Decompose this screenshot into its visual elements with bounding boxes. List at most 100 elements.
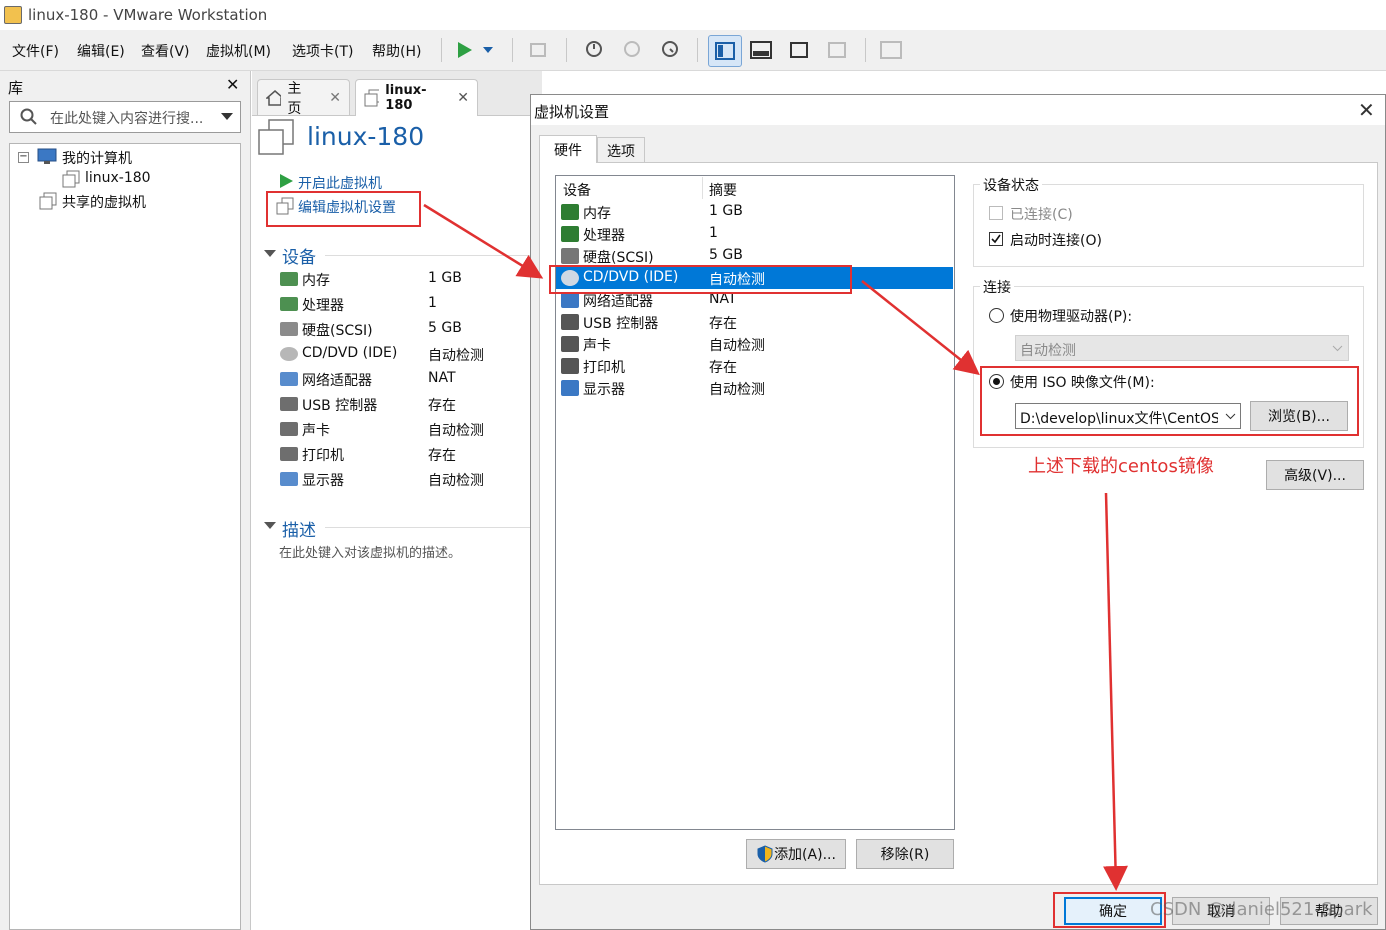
power-on-icon[interactable] (451, 38, 477, 62)
tab-options[interactable]: 选项 (597, 137, 645, 163)
annotation-text: 上述下载的centos镜像 (1028, 456, 1214, 477)
device-name[interactable]: 打印机 (302, 445, 344, 465)
snapshot-manager-icon[interactable] (656, 38, 682, 62)
thumbnail-bar-icon[interactable] (748, 38, 774, 62)
tree-shared-vms[interactable]: 共享的虚拟机 (62, 192, 146, 212)
hardware-row[interactable]: 显示器 自动检测 (556, 377, 953, 399)
menu-tabs[interactable]: 选项卡(T) (292, 41, 353, 61)
sound-card-icon (280, 422, 298, 436)
usb-icon (561, 314, 579, 330)
library-panel: 库 ✕ 在此处键入内容进行搜... − 我的计算机 linux-180 共享的虚… (0, 71, 251, 930)
hardware-row[interactable]: 硬盘(SCSI) 5 GB (556, 245, 953, 267)
hardware-row[interactable]: 打印机 存在 (556, 355, 953, 377)
hardware-row[interactable]: 内存 1 GB (556, 201, 953, 223)
device-name[interactable]: 硬盘(SCSI) (302, 320, 373, 340)
hardware-summary: 5 GB (709, 247, 743, 263)
device-name[interactable]: 内存 (302, 270, 330, 290)
console-view-icon[interactable] (878, 38, 904, 62)
connected-label: 已连接(C) (1010, 207, 1073, 223)
cd-dvd-icon (280, 347, 298, 361)
tab-linux-180[interactable]: linux-180 ✕ (355, 79, 478, 116)
tab-vm-label: linux-180 (385, 83, 427, 113)
physical-drive-value: 自动检测 (1020, 343, 1076, 359)
menu-vm[interactable]: 虚拟机(M) (206, 41, 271, 61)
show-library-icon[interactable] (708, 35, 742, 67)
column-summary[interactable]: 摘要 (709, 180, 737, 200)
device-name[interactable]: 网络适配器 (302, 370, 372, 390)
device-value: 自动检测 (428, 473, 484, 489)
advanced-button[interactable]: 高级(V)... (1266, 460, 1364, 490)
tree-my-computer[interactable]: 我的计算机 (62, 148, 132, 168)
devices-section-title: 设备 (282, 248, 316, 268)
hardware-row[interactable]: 声卡 自动检测 (556, 333, 953, 355)
connection-label: 连接 (980, 277, 1014, 297)
hardware-row[interactable]: USB 控制器 存在 (556, 311, 953, 333)
close-icon[interactable]: ✕ (329, 90, 341, 106)
chevron-down-icon[interactable] (221, 113, 233, 121)
menu-help[interactable]: 帮助(H) (372, 41, 421, 61)
network-adapter-icon (280, 372, 298, 386)
library-tree: − 我的计算机 linux-180 共享的虚拟机 (9, 143, 241, 930)
tree-collapse-icon[interactable]: − (18, 152, 29, 163)
library-search-input[interactable]: 在此处键入内容进行搜... (9, 101, 241, 133)
home-icon (266, 89, 282, 106)
menu-edit[interactable]: 编辑(E) (77, 41, 125, 61)
cpu-icon (561, 226, 579, 242)
hardware-summary: 1 GB (709, 203, 743, 219)
device-value: 1 (428, 295, 437, 311)
display-icon (561, 380, 579, 396)
send-ctrl-alt-del-icon[interactable] (525, 38, 551, 62)
power-on-link[interactable]: 开启此虚拟机 (298, 173, 382, 193)
full-screen-icon[interactable] (786, 38, 812, 62)
hardware-name: 处理器 (583, 228, 625, 244)
chevron-down-icon (1332, 345, 1343, 352)
cpu-icon (280, 297, 298, 311)
hardware-name: 内存 (583, 206, 611, 222)
column-device[interactable]: 设备 (563, 180, 591, 200)
tab-home[interactable]: 主页 ✕ (257, 79, 350, 117)
close-icon[interactable]: ✕ (1358, 98, 1375, 122)
physical-drive-radio[interactable] (989, 308, 1004, 323)
snapshot-icon[interactable] (580, 38, 606, 62)
hardware-name: 打印机 (583, 360, 625, 376)
physical-drive-select[interactable]: 自动检测 (1015, 335, 1349, 361)
menu-file[interactable]: 文件(F) (12, 41, 59, 61)
device-name[interactable]: 显示器 (302, 470, 344, 490)
device-name[interactable]: 处理器 (302, 295, 344, 315)
search-icon (20, 108, 37, 125)
library-title: 库 (8, 79, 24, 97)
physical-drive-label: 使用物理驱动器(P): (1010, 309, 1133, 325)
add-button[interactable]: 添加(A)... (746, 839, 846, 869)
menu-view[interactable]: 查看(V) (141, 41, 190, 61)
hardware-row[interactable]: 处理器 1 (556, 223, 953, 245)
connect-at-power-on-checkbox[interactable] (989, 232, 1003, 246)
power-dropdown-icon[interactable] (479, 38, 497, 62)
vm-icon (364, 89, 380, 107)
tab-strip: 主页 ✕ linux-180 ✕ (252, 71, 542, 117)
revert-snapshot-icon[interactable] (618, 38, 644, 62)
tab-hardware[interactable]: 硬件 (539, 135, 597, 164)
window-title: linux-180 - VMware Workstation (28, 6, 268, 24)
hardware-name: 网络适配器 (583, 294, 653, 310)
tree-vm-linux-180[interactable]: linux-180 (85, 170, 151, 186)
connected-checkbox[interactable] (989, 206, 1003, 220)
hardware-name: 硬盘(SCSI) (583, 250, 654, 266)
device-name[interactable]: USB 控制器 (302, 395, 377, 415)
collapse-arrow-icon[interactable] (264, 250, 276, 258)
collapse-arrow-icon[interactable] (264, 522, 276, 530)
display-icon (280, 472, 298, 486)
computer-icon (37, 148, 57, 164)
remove-button[interactable]: 移除(R) (856, 839, 954, 869)
close-icon[interactable]: ✕ (457, 90, 469, 106)
description-text[interactable]: 在此处键入对该虚拟机的描述。 (279, 542, 461, 561)
close-icon[interactable]: ✕ (226, 75, 239, 94)
title-bar: linux-180 - VMware Workstation (0, 0, 1386, 30)
vm-large-icon (258, 119, 294, 155)
unity-icon[interactable] (824, 38, 850, 62)
shared-vm-icon (39, 192, 57, 210)
play-icon (280, 174, 293, 188)
device-name[interactable]: CD/DVD (IDE) (302, 345, 397, 361)
device-name[interactable]: 声卡 (302, 420, 330, 440)
dialog-title: 虚拟机设置 (534, 103, 610, 121)
connect-at-power-on-label: 启动时连接(O) (1010, 233, 1102, 249)
